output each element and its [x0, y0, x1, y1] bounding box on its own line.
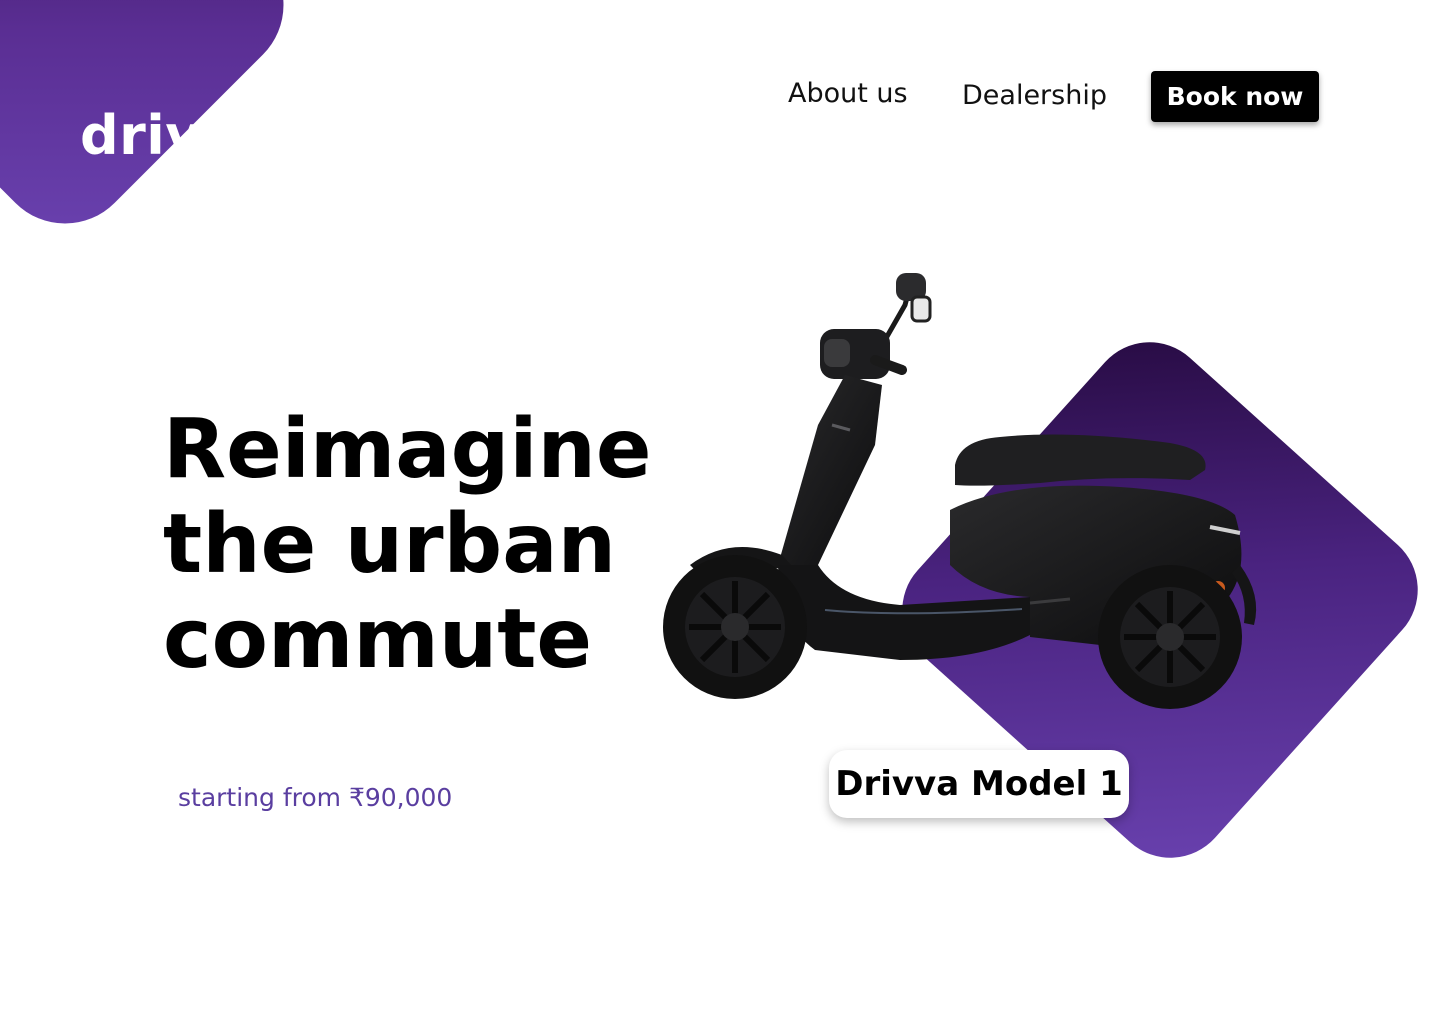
headline-line: commute	[163, 592, 593, 687]
brand-logo[interactable]: drivva	[80, 104, 274, 167]
headline-line: Reimagine	[163, 402, 652, 497]
book-now-button[interactable]: Book now	[1151, 71, 1319, 122]
headline-line: the urban	[163, 497, 616, 592]
nav-dealership-link[interactable]: Dealership	[962, 80, 1107, 111]
model-name-badge: Drivva Model 1	[829, 750, 1129, 818]
nav-about-us-link[interactable]: About us	[788, 78, 908, 109]
starting-price: starting from ₹90,000	[178, 783, 453, 812]
scooter-image	[663, 273, 1257, 709]
hero-headline: Reimagine the urban commute	[163, 402, 652, 687]
